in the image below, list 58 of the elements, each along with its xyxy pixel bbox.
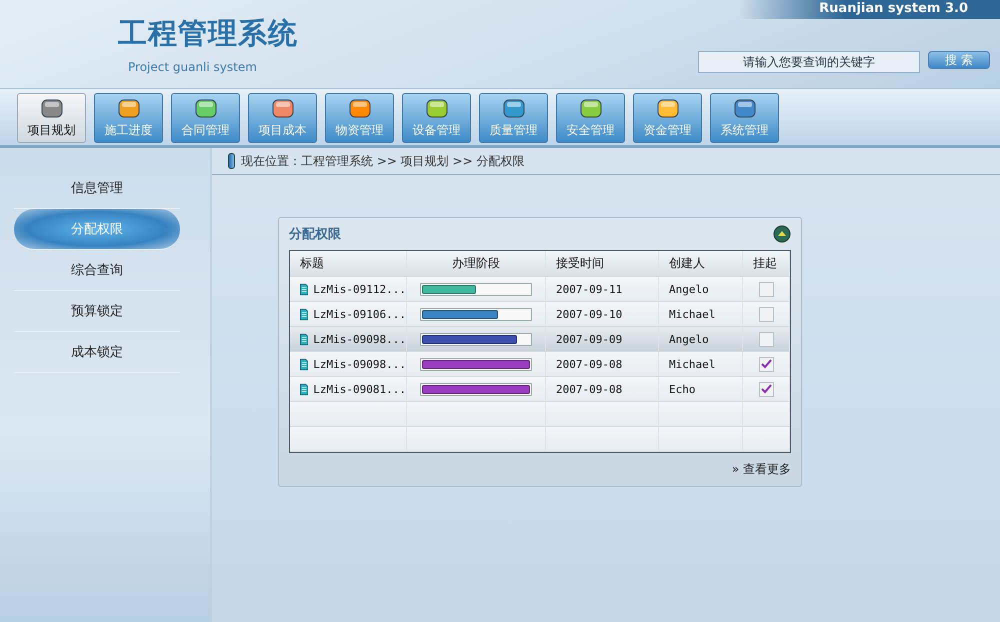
tile-icon — [192, 98, 218, 120]
creator-name: Michael — [669, 308, 716, 320]
breadcrumb: 现在位置：工程管理系统 >> 项目规划 >> 分配权限 — [241, 152, 524, 170]
collapse-icon[interactable] — [773, 225, 791, 243]
document-icon — [300, 356, 308, 372]
tile-icon — [424, 98, 450, 120]
creator-name: Michael — [669, 358, 716, 370]
sidebar-item[interactable]: 成本锁定 — [14, 332, 180, 373]
suspend-checkbox[interactable] — [758, 332, 774, 346]
tile-icon — [732, 98, 758, 120]
task-title: LzMis-09106... — [313, 308, 406, 320]
column-header: 标题 — [290, 251, 407, 276]
nav-tab[interactable]: 项目规划 — [17, 93, 86, 143]
suspend-checkbox[interactable] — [758, 282, 774, 296]
version-banner: Ruanjian system 3.0 — [739, 0, 1000, 19]
document-icon — [300, 382, 308, 396]
sidebar-item[interactable]: 综合查询 — [14, 250, 180, 291]
creator-name: Echo — [669, 382, 696, 396]
document-icon — [300, 306, 308, 322]
date-text: 2007-09-10 — [556, 308, 622, 320]
creator-name: Angelo — [669, 332, 709, 346]
date-text: 2007-09-08 — [556, 382, 622, 396]
task-title: LzMis-09112... — [313, 282, 406, 296]
date-text: 2007-09-08 — [556, 358, 622, 370]
table-row[interactable]: LzMis-09081... 2007-09-08 Echo — [290, 377, 790, 402]
document-icon — [300, 332, 308, 346]
suspend-checkbox[interactable] — [758, 356, 774, 372]
view-more-link[interactable]: » 查看更多 — [732, 461, 791, 478]
tile-icon — [116, 98, 142, 120]
column-header: 挂起 — [743, 251, 790, 276]
document-icon — [300, 282, 308, 296]
date-text: 2007-09-09 — [556, 332, 622, 346]
suspend-checkbox[interactable] — [758, 306, 774, 322]
table-row[interactable]: LzMis-09106... 2007-09-10 Michael — [290, 302, 790, 327]
creator-name: Angelo — [669, 282, 709, 296]
column-header: 创建人 — [659, 251, 743, 276]
tile-icon — [270, 98, 296, 120]
panel-title: 分配权限 — [289, 226, 341, 243]
table-row[interactable]: LzMis-09098... 2007-09-08 Michael — [290, 352, 790, 377]
tile-icon — [578, 98, 604, 120]
date-text: 2007-09-11 — [556, 282, 622, 296]
task-title: LzMis-09098... — [313, 358, 406, 370]
tile-icon — [500, 98, 526, 120]
table-row[interactable]: LzMis-09112... 2007-09-11 Angelo — [290, 277, 790, 302]
column-header: 办理阶段 — [407, 251, 546, 276]
tile-icon — [654, 98, 680, 120]
search-field[interactable]: 请输入您要查询的关键字 — [698, 51, 920, 73]
sidebar-item[interactable]: 预算锁定 — [14, 291, 180, 332]
app-subtitle: Project guanli system — [127, 60, 258, 74]
tile-icon — [38, 98, 64, 120]
app-title: 工程管理系统 — [118, 15, 298, 52]
tile-icon — [346, 98, 372, 120]
task-title: LzMis-09098... — [313, 332, 406, 346]
suspend-checkbox[interactable] — [758, 382, 774, 396]
task-title: LzMis-09081... — [313, 382, 406, 396]
column-header: 接受时间 — [546, 251, 659, 276]
marker-icon — [228, 153, 235, 169]
table-row[interactable]: LzMis-09098... 2007-09-09 Angelo — [290, 327, 790, 352]
